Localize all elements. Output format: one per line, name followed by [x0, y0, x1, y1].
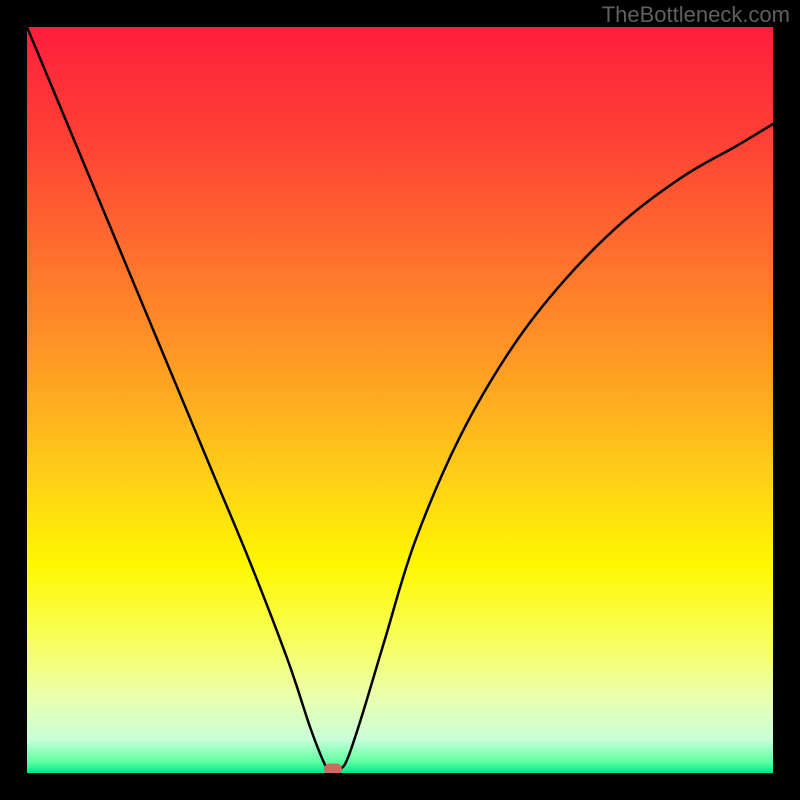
- attribution-text: TheBottleneck.com: [602, 2, 790, 28]
- chart-plot-area: [27, 27, 773, 773]
- chart-curve: [27, 27, 773, 773]
- chart-marker: [324, 764, 342, 773]
